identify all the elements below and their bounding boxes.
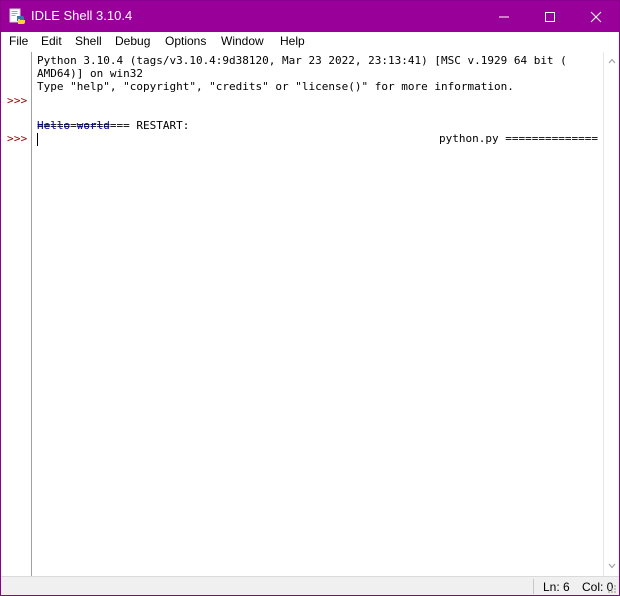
menu-edit[interactable]: Edit [41, 34, 62, 48]
restart-line: ============== RESTART: python.py ======… [32, 106, 603, 158]
text-cursor [37, 133, 38, 146]
window-title: IDLE Shell 3.10.4 [31, 8, 133, 23]
title-bar[interactable]: IDLE Shell 3.10.4 [1, 1, 619, 32]
vertical-scrollbar[interactable] [603, 52, 619, 576]
minimize-button[interactable] [481, 1, 527, 32]
shell-prompt: >>> [7, 132, 28, 145]
status-bar: Ln: 6 Col: 0 [1, 576, 619, 595]
menu-options[interactable]: Options [165, 34, 206, 48]
close-icon [590, 11, 602, 23]
scroll-up-arrow-icon[interactable] [607, 56, 617, 66]
maximize-button[interactable] [527, 1, 573, 32]
program-output: Hello world [37, 119, 110, 132]
maximize-icon [545, 12, 555, 22]
banner-line: Python 3.10.4 (tags/v3.10.4:9d38120, Mar… [37, 54, 567, 67]
menu-window[interactable]: Window [221, 34, 264, 48]
status-divider [533, 579, 534, 594]
banner-line: Type "help", "copyright", "credits" or "… [37, 80, 514, 93]
shell-text-area[interactable]: Python 3.10.4 (tags/v3.10.4:9d38120, Mar… [32, 52, 603, 576]
menu-bar: File Edit Shell Debug Options Window Hel… [1, 32, 619, 52]
prompt-gutter: >>> >>> [1, 52, 30, 576]
resize-grip-icon[interactable] [607, 584, 617, 594]
restart-filename: python.py ============== [439, 132, 598, 145]
python-idle-icon [9, 8, 26, 25]
menu-help[interactable]: Help [280, 34, 305, 48]
shell-prompt: >>> [7, 94, 28, 107]
minimize-icon [499, 16, 509, 18]
banner-line: AMD64)] on win32 [37, 67, 143, 80]
menu-shell[interactable]: Shell [75, 34, 102, 48]
menu-file[interactable]: File [9, 34, 28, 48]
scroll-down-arrow-icon[interactable] [607, 561, 617, 571]
close-button[interactable] [573, 1, 619, 32]
idle-shell-window: IDLE Shell 3.10.4 File Edit Shell Debug … [0, 0, 620, 596]
menu-debug[interactable]: Debug [115, 34, 150, 48]
status-line-number: Ln: 6 [543, 580, 570, 594]
